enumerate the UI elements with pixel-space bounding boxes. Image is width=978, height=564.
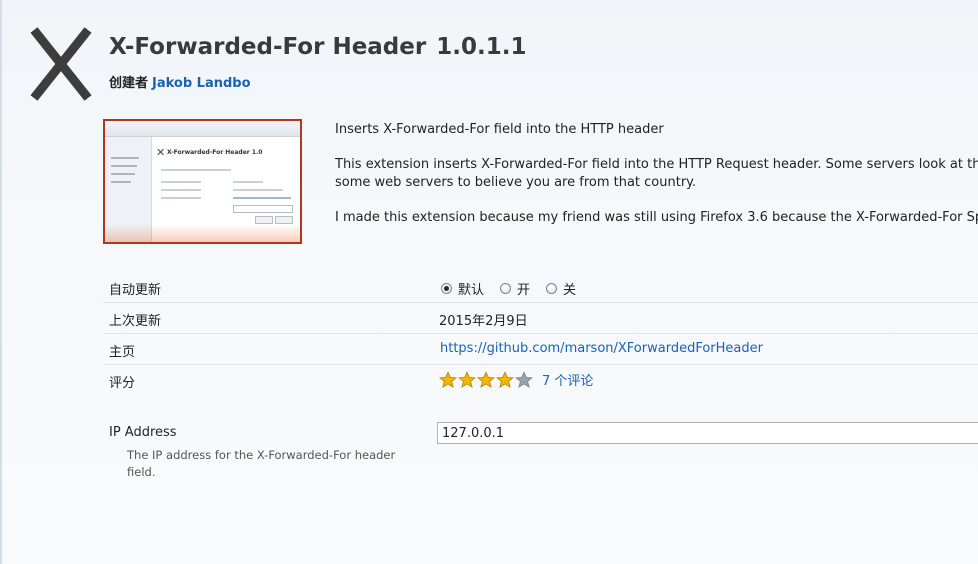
screenshot-line <box>161 197 201 199</box>
screenshot-line <box>233 189 283 191</box>
auto-update-label: 自动更新 <box>109 283 162 298</box>
screenshot-line <box>161 169 231 171</box>
star-icon <box>458 370 476 388</box>
screenshot-toolbar <box>105 121 300 137</box>
screenshot-x-icon: ✕ <box>156 146 166 159</box>
ip-address-description: The IP address for the X-Forwarded-For h… <box>127 448 396 479</box>
screenshot-button <box>255 216 273 224</box>
addon-title: X-Forwarded-For Header 1.0.1.1 <box>109 34 526 60</box>
screenshot-line <box>111 173 135 175</box>
auto-update-default-option[interactable]: 默认 <box>441 279 484 298</box>
radio-unchecked-icon[interactable] <box>500 283 512 294</box>
rating-label: 评分 <box>109 376 136 391</box>
auto-update-radio-group: 默认 开 关 <box>441 279 592 298</box>
screenshot-line <box>161 181 201 183</box>
description-body-line3: I made this extension because my friend … <box>335 210 978 225</box>
creator-link[interactable]: Jakob Landbo <box>152 76 251 91</box>
homepage-row: 主页 https://github.com/marson/XForwardedF… <box>103 334 978 365</box>
radio-checked-icon[interactable] <box>441 283 452 294</box>
screenshot-glow <box>105 224 300 242</box>
addon-detail-page: X-Forwarded-For Header 1.0.1.1 创建者 Jakob L… <box>0 0 978 564</box>
rating-stars: 7 个评论 <box>439 370 593 389</box>
screenshot-line <box>111 181 131 183</box>
addon-version: 1.0.1.1 <box>436 34 527 60</box>
screenshot-title: X-Forwarded-For Header 1.0 <box>167 149 263 156</box>
last-updated-label: 上次更新 <box>109 314 162 329</box>
ip-address-label: IP Address <box>109 425 177 440</box>
auto-update-on-option[interactable]: 开 <box>500 279 530 298</box>
homepage-link[interactable]: https://github.com/marson/XForwardedForH… <box>440 341 763 356</box>
addon-name: X-Forwarded-For Header <box>109 34 427 60</box>
homepage-label: 主页 <box>109 345 136 360</box>
radio-label: 默认 <box>458 283 485 298</box>
x-letter-icon <box>30 27 92 101</box>
screenshot-line <box>233 181 263 183</box>
star-icon <box>515 370 533 388</box>
screenshot-button <box>275 216 293 224</box>
creator-line: 创建者 Jakob Landbo <box>109 72 251 91</box>
ip-address-input[interactable] <box>437 422 978 444</box>
left-edge-divider <box>0 0 2 564</box>
reviews-link[interactable]: 7 个评论 <box>542 370 593 389</box>
last-updated-row: 上次更新 2015年2月9日 <box>103 303 978 334</box>
screenshot-line <box>111 165 137 167</box>
last-updated-value: 2015年2月9日 <box>439 314 528 329</box>
screenshot-line <box>233 197 291 199</box>
screenshot-input <box>233 205 293 213</box>
creator-label: 创建者 <box>109 76 149 91</box>
star-icon <box>439 370 457 388</box>
radio-label: 开 <box>517 283 531 298</box>
description-body-line1: This extension inserts X-Forwarded-For f… <box>335 157 978 172</box>
auto-update-row: 自动更新 默认 开 关 <box>103 272 978 303</box>
addon-screenshot-thumbnail[interactable]: ✕ X-Forwarded-For Header 1.0 <box>103 119 302 244</box>
star-icon <box>477 370 495 388</box>
star-icon <box>496 370 514 388</box>
radio-unchecked-icon[interactable] <box>546 283 558 294</box>
screenshot-line <box>111 157 139 159</box>
screenshot-line <box>161 189 201 191</box>
description-body-line2: some web servers to believe you are from… <box>335 175 697 190</box>
rating-row: 评分 7 个评论 <box>103 365 978 395</box>
radio-label: 关 <box>563 283 577 298</box>
addon-details: 自动更新 默认 开 关 上次更新 2015年2月9日 主页 https://gi… <box>103 272 978 395</box>
auto-update-off-option[interactable]: 关 <box>546 279 576 298</box>
description-summary: Inserts X-Forwarded-For field into the H… <box>335 122 664 137</box>
addon-description: Inserts X-Forwarded-For field into the H… <box>335 121 978 244</box>
